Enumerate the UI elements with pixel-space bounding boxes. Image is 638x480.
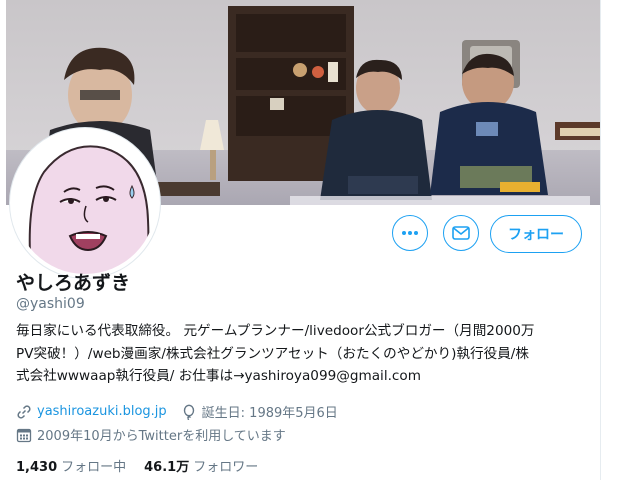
- more-button[interactable]: [392, 215, 428, 251]
- website-link[interactable]: yashiroazuki.blog.jp: [37, 404, 167, 419]
- more-dots-icon: [402, 231, 418, 235]
- profile-avatar[interactable]: [10, 128, 160, 278]
- followers-count: 46.1万: [144, 460, 190, 475]
- bio-line: PV突破！）/web漫画家/株式会社グランツアセット（おたくのやどかり)執行役員…: [16, 345, 529, 362]
- link-icon: [17, 404, 31, 419]
- joined-row: 2009年10月からTwitterを利用しています: [16, 425, 286, 444]
- message-button[interactable]: [443, 215, 479, 251]
- user-handle: @yashi09: [16, 296, 85, 312]
- profile-stats: 1,430 フォロー中 46.1万 フォロワー: [16, 456, 258, 475]
- following-label: フォロー中: [61, 460, 127, 475]
- profile-bio: 毎日家にいる代表取締役。 元ゲームプランナー/livedoor公式ブロガー（月間…: [16, 320, 591, 388]
- calendar-icon: [16, 428, 32, 442]
- banner-edge: [0, 0, 6, 205]
- followers-stat[interactable]: 46.1万 フォロワー: [144, 456, 258, 475]
- display-name: やしろあずき: [16, 272, 131, 294]
- balloon-icon: [183, 404, 194, 420]
- avatar-illustration: [14, 132, 156, 274]
- joined-text: 2009年10月からTwitterを利用しています: [37, 429, 286, 444]
- follow-button[interactable]: フォロー: [490, 215, 582, 253]
- bio-line: 式会社wwwaap執行役員/ お仕事は→yashiroya099@gmail.c…: [16, 368, 421, 384]
- envelope-icon: [452, 226, 470, 240]
- bio-line: 毎日家にいる代表取締役。 元ゲームプランナー/livedoor公式ブロガー（月間…: [16, 323, 535, 339]
- birthday: 誕生日: 1989年5月6日: [181, 402, 338, 421]
- following-stat[interactable]: 1,430 フォロー中: [16, 456, 126, 475]
- following-count: 1,430: [16, 460, 58, 475]
- profile-card: フォロー やしろあずき @yashi09 毎日家にいる代表取締役。 元ゲームプラ…: [0, 0, 601, 480]
- followers-label: フォロワー: [193, 460, 259, 475]
- profile-meta-row: yashiroazuki.blog.jp 誕生日: 1989年5月6日: [16, 402, 338, 421]
- birthday-text: 誕生日: 1989年5月6日: [201, 406, 338, 421]
